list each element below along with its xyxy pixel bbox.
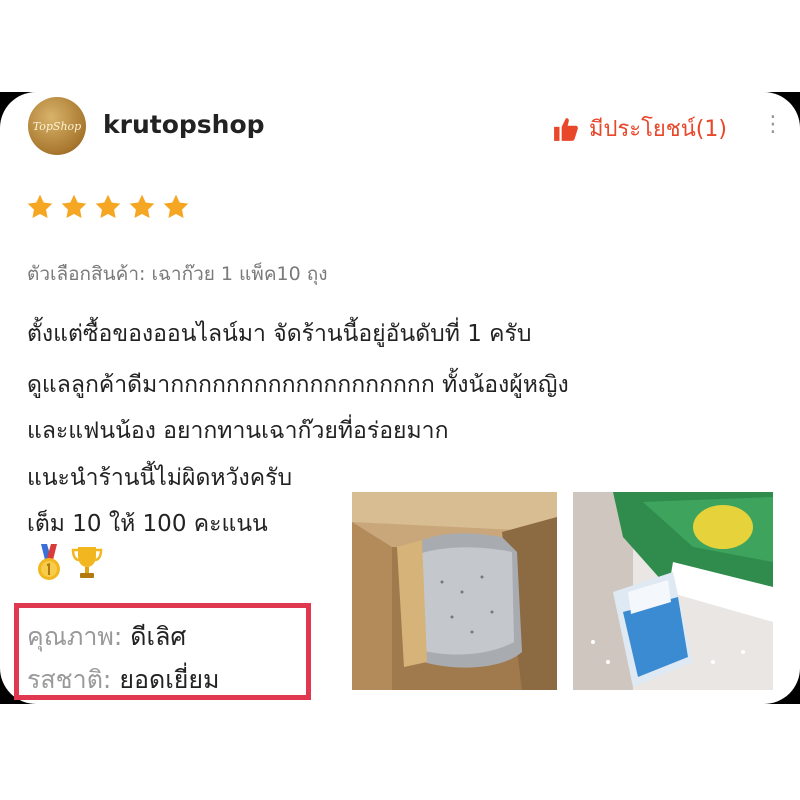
star-icon	[129, 194, 155, 218]
product-variant: ตัวเลือกสินค้า: เฉาก๊วย 1 แพ็ค10 ถุง	[27, 263, 328, 285]
helpful-label: มีประโยชน์(1)	[589, 117, 727, 142]
review-text-line: เต็ม 10 ให้ 100 คะแนน	[27, 511, 268, 537]
quality-attribute: คุณภาพ: ดีเลิศ	[27, 617, 186, 657]
reviewer-username[interactable]: krutopshop	[103, 110, 265, 139]
taste-attribute: รสชาติ: ยอดเยี่ยม	[27, 660, 220, 700]
quality-value: ดีเลิศ	[130, 622, 187, 651]
star-icon	[61, 194, 87, 218]
review-text-line: แนะนำร้านนี้ไม่ผิดหวังครับ	[27, 465, 293, 491]
avatar[interactable]: TopShop	[28, 97, 86, 155]
taste-value: ยอดเยี่ยม	[119, 665, 220, 694]
review-text-line: ดูแลลูกค้าดีมากกกกกกกกกกกกกกกกกกก ทั้งน้…	[27, 372, 569, 398]
thumbs-up-icon	[554, 117, 578, 141]
quality-label: คุณภาพ:	[27, 622, 123, 651]
avatar-text: TopShop	[32, 119, 82, 133]
product-bags-image	[573, 492, 773, 690]
star-icon	[27, 194, 53, 218]
taste-label: รสชาติ:	[27, 665, 112, 694]
gold-medal-icon	[38, 544, 60, 580]
trophy-icon	[71, 547, 103, 578]
review-text-line: ตั้งแต่ซื้อของออนไลน์มา จัดร้านนี้อยู่อั…	[27, 321, 532, 347]
star-rating	[26, 193, 190, 221]
review-text-line: และแฟนน้อง อยากทานเฉาก๊วยที่อร่อยมาก	[27, 418, 449, 444]
review-photo-box[interactable]	[352, 492, 557, 690]
helpful-button[interactable]: มีประโยชน์(1)	[553, 111, 727, 146]
star-icon	[163, 194, 189, 218]
more-options-icon[interactable]: ⋮	[762, 112, 784, 137]
review-photo-bags[interactable]	[573, 492, 773, 690]
cardboard-box-image	[352, 492, 557, 690]
star-icon	[95, 194, 121, 218]
